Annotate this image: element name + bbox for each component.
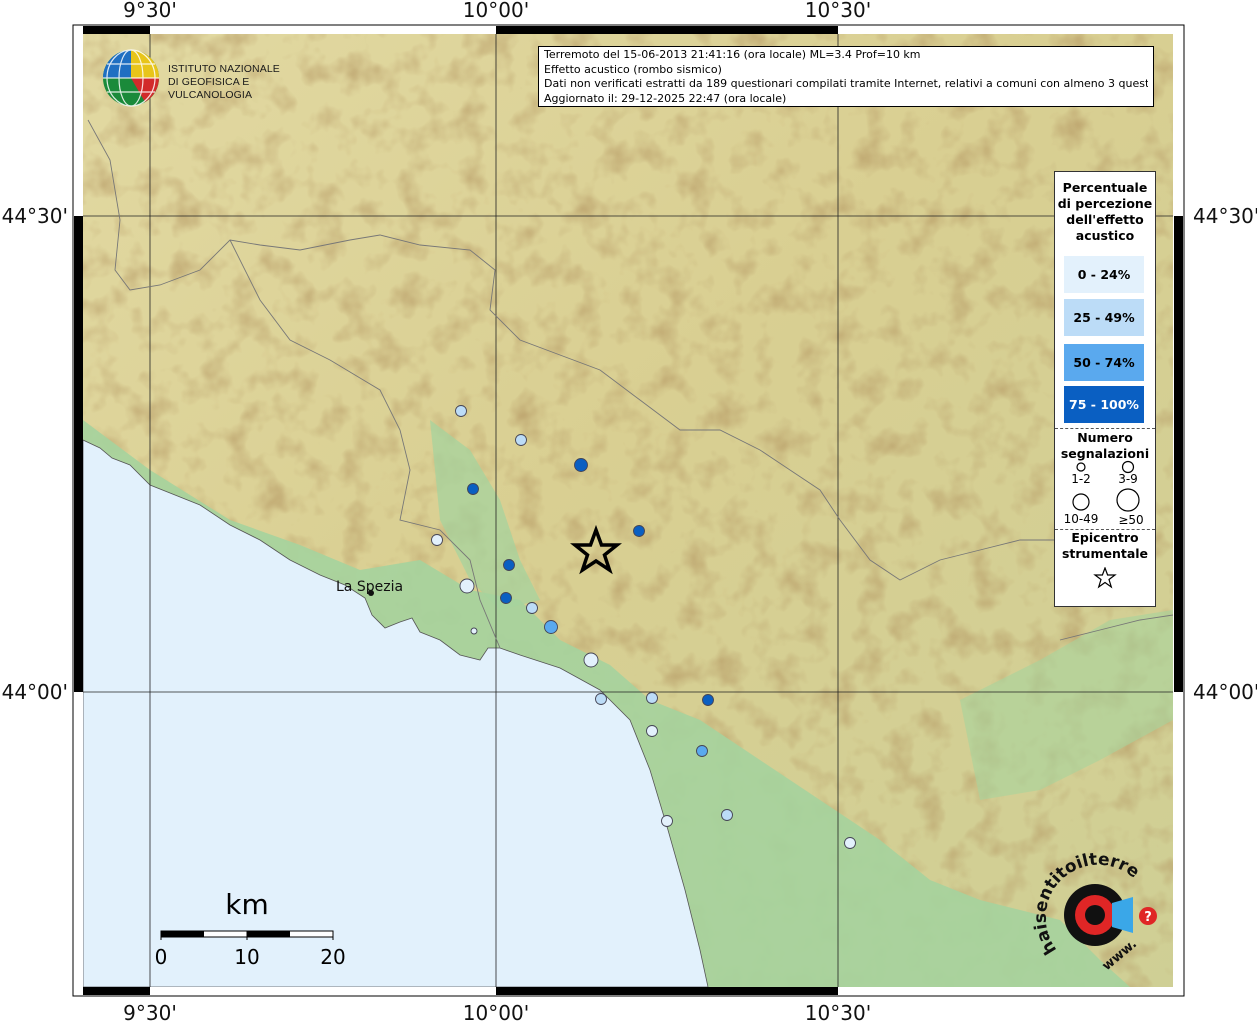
intensity-point <box>459 578 475 594</box>
intensity-point <box>544 620 558 634</box>
data-note: Dati non verificati estratti da 189 ques… <box>544 77 1148 91</box>
intensity-point <box>646 725 658 737</box>
map-area <box>83 34 1173 987</box>
intensity-point <box>503 559 515 571</box>
lat-labels-right: 44°30' 44°00' <box>1193 204 1257 704</box>
lon-label: 9°30' <box>123 0 177 22</box>
legend-divider <box>1055 428 1155 429</box>
intensity-point <box>595 693 607 705</box>
intensity-point <box>844 837 856 849</box>
intensity-point <box>583 652 599 668</box>
event-title: Terremoto del 15-06-2013 21:41:16 (ora l… <box>544 48 921 61</box>
scale-tick: 0 <box>155 945 168 969</box>
legend: Percentuale di percezione dell'effetto a… <box>1054 171 1156 607</box>
ingv-name-line2: DI GEOFISICA E VULCANOLOGIA <box>168 76 253 101</box>
lon-label: 10°00' <box>463 1001 529 1024</box>
effect-type: Effetto acustico (rombo sismico) <box>544 62 722 76</box>
intensity-point <box>526 602 538 614</box>
count-symbol-large <box>1072 493 1090 511</box>
count-symbol-medium <box>1121 460 1135 474</box>
ingv-logo: ISTITUTO NAZIONALE DI GEOFISICA E VULCAN… <box>100 48 320 108</box>
count-symbol-small <box>1076 462 1086 472</box>
lon-label: 10°30' <box>805 0 871 22</box>
intensity-point <box>467 483 479 495</box>
intensity-point <box>702 694 714 706</box>
event-info-box: Terremoto del 15-06-2013 21:41:16 (ora l… <box>538 46 1154 107</box>
intensity-point <box>455 405 467 417</box>
intensity-point <box>633 525 645 537</box>
globe-icon <box>103 49 159 107</box>
count-symbols <box>1072 460 1140 512</box>
legend-class-0: 0 - 24% <box>1064 256 1144 293</box>
lon-labels-bottom: 9°30' 10°00' 10°30' <box>123 1001 871 1024</box>
lat-label: 44°00' <box>1193 680 1257 704</box>
intensity-point <box>574 458 588 472</box>
intensity-point <box>515 434 527 446</box>
count-label: ≥50 <box>1118 513 1144 527</box>
updated-at: Aggiornato il: 29-12-2025 22:47 (ora loc… <box>544 91 787 105</box>
ingv-name-line1: ISTITUTO NAZIONALE <box>168 63 280 75</box>
target-center <box>1085 905 1105 925</box>
lat-label: 44°30' <box>1193 204 1257 228</box>
legend-class-2: 50 - 74% <box>1064 344 1144 381</box>
intensity-point <box>431 534 443 546</box>
ingv-name: ISTITUTO NAZIONALE DI GEOFISICA E VULCAN… <box>168 63 320 102</box>
lat-labels-left: 44°30' 44°00' <box>2 204 68 704</box>
lon-label: 9°30' <box>123 1001 177 1024</box>
question-mark: ? <box>1144 910 1152 925</box>
lat-label: 44°30' <box>2 204 68 228</box>
scale-tick: 20 <box>320 945 345 969</box>
count-symbol-xlarge <box>1116 488 1140 512</box>
count-label: 10-49 <box>1063 512 1099 526</box>
intensity-point <box>661 815 673 827</box>
scale-tick: 10 <box>234 945 259 969</box>
count-label: 1-2 <box>1071 472 1091 486</box>
lon-label: 10°00' <box>463 0 529 22</box>
epicenter-legend-star-icon <box>1093 567 1117 589</box>
intensity-point <box>470 627 478 635</box>
intensity-point <box>696 745 708 757</box>
epicenter-title: Epicentro strumentale <box>1061 530 1149 561</box>
count-label: 3-9 <box>1118 472 1138 486</box>
lon-label: 10°30' <box>805 1001 871 1024</box>
place-la-spezia: La Spezia <box>336 579 403 596</box>
lat-label: 44°00' <box>2 680 68 704</box>
legend-class-1: 25 - 49% <box>1064 299 1144 336</box>
legend-class-3: 75 - 100% <box>1064 386 1144 423</box>
speaker-icon <box>1112 897 1133 933</box>
place-name: La Spezia <box>336 579 403 595</box>
intensity-point <box>646 692 658 704</box>
intensity-point <box>500 592 512 604</box>
scale-unit: km <box>225 888 269 921</box>
legend-title: Percentuale di percezione dell'effetto a… <box>1057 180 1153 243</box>
lon-labels-top: 9°30' 10°00' 10°30' <box>123 0 871 22</box>
intensity-point <box>721 809 733 821</box>
